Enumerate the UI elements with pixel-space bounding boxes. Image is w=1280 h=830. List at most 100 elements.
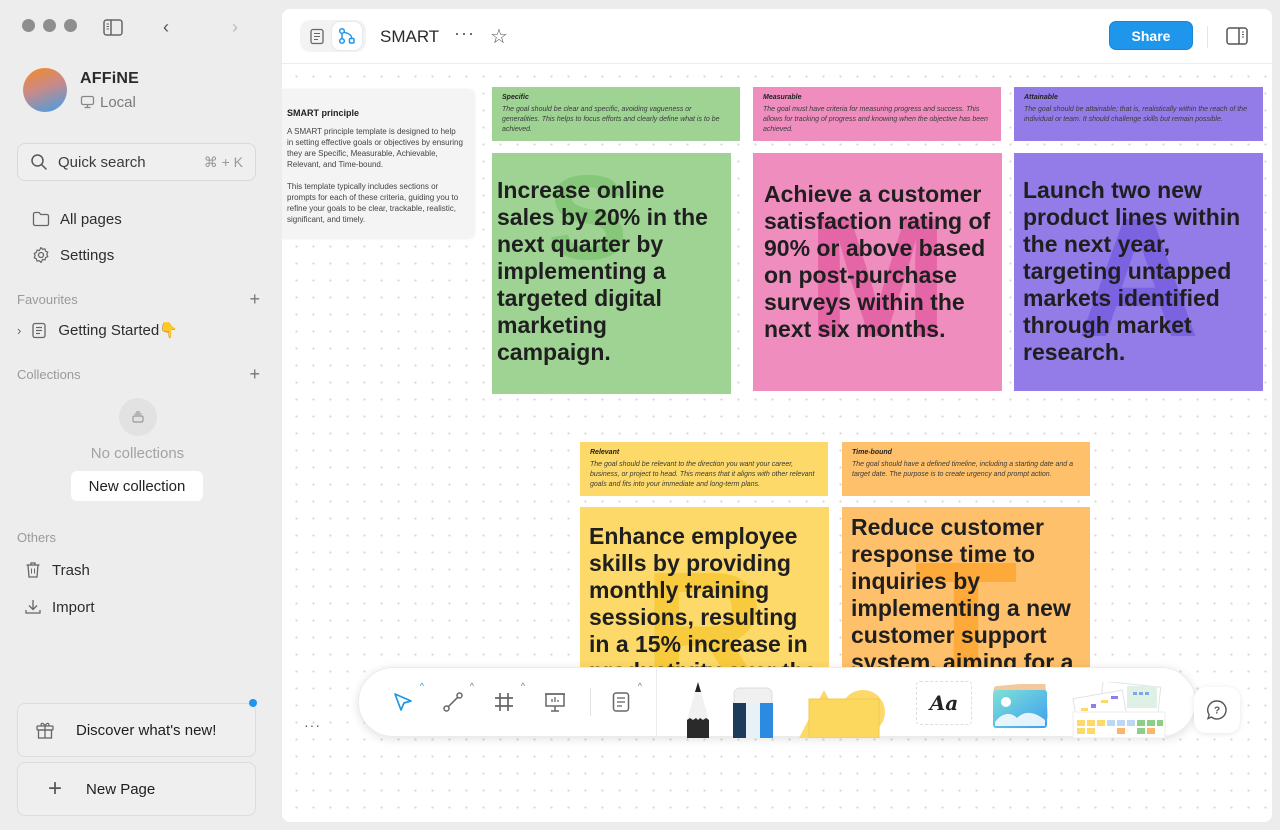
card-title: Time-bound bbox=[852, 449, 892, 456]
goal-text: Launch two new product lines within the … bbox=[1023, 177, 1241, 365]
collections-section: Collections + bbox=[17, 364, 260, 385]
page-title[interactable]: SMART bbox=[380, 27, 439, 47]
sidebar-item-label: Import bbox=[52, 598, 95, 616]
specific-header-note[interactable]: Specific The goal should be clear and sp… bbox=[492, 87, 740, 141]
sidebar-item-import[interactable]: Import bbox=[23, 597, 95, 617]
card-title: Measurable bbox=[763, 94, 802, 101]
quick-search-shortcut: ⌘ + K bbox=[203, 153, 243, 170]
sidebar-item-label: All pages bbox=[60, 210, 122, 228]
maximize-window-button[interactable] bbox=[64, 19, 77, 32]
shapes-icon bbox=[799, 690, 885, 739]
chevron-right-icon[interactable]: › bbox=[17, 323, 21, 338]
sidebar-item-all-pages[interactable]: All pages bbox=[31, 209, 122, 229]
sidebar-item-label: Trash bbox=[52, 561, 90, 579]
new-badge-dot bbox=[249, 699, 257, 707]
add-favourite-button[interactable]: + bbox=[249, 289, 260, 310]
plus-icon: + bbox=[48, 775, 63, 802]
new-page-button[interactable]: + New Page bbox=[17, 762, 256, 816]
new-page-label: New Page bbox=[86, 780, 156, 798]
favourites-section: Favourites + bbox=[17, 289, 260, 310]
toolbar-divider bbox=[656, 668, 657, 738]
sidebar-toggle-icon[interactable] bbox=[103, 19, 123, 36]
time-bound-header-note[interactable]: Time-bound The goal should have a define… bbox=[842, 442, 1090, 496]
measurable-goal-note[interactable]: M Achieve a customer satisfaction rating… bbox=[753, 153, 1002, 391]
smart-intro-note[interactable]: SMART principle A SMART principle templa… bbox=[282, 90, 474, 238]
trash-icon bbox=[23, 560, 43, 580]
toolbar-divider bbox=[590, 688, 591, 716]
share-button[interactable]: Share bbox=[1109, 21, 1193, 50]
add-collection-button[interactable]: + bbox=[249, 364, 260, 385]
note-tool-button[interactable]: ^ bbox=[604, 681, 642, 719]
sidebar-item-label: Settings bbox=[60, 246, 115, 264]
card-description: The goal must have criteria for measurin… bbox=[763, 106, 988, 133]
workspace-storage: Local bbox=[100, 93, 136, 111]
note-icon bbox=[612, 692, 630, 712]
help-button[interactable]: ? bbox=[1194, 687, 1240, 733]
right-panel-toggle-icon[interactable] bbox=[1226, 27, 1248, 50]
card-description: The goal should be relevant to the direc… bbox=[590, 461, 815, 488]
edgeless-toolbar: ^ ^ ^ ^ Aa bbox=[358, 667, 1196, 739]
close-window-button[interactable] bbox=[22, 19, 35, 32]
frame-icon bbox=[495, 693, 513, 711]
text-tool-button[interactable]: Aa bbox=[916, 681, 972, 725]
card-title: Attainable bbox=[1024, 94, 1058, 101]
favorite-star-icon[interactable]: ☆ bbox=[490, 24, 508, 49]
sidebar: ‹ › AFFiNE Local Quick search ⌘ + K All … bbox=[0, 0, 280, 830]
eraser-tool-button[interactable] bbox=[733, 687, 773, 743]
folder-icon bbox=[31, 209, 51, 229]
favourites-title: Favourites bbox=[17, 292, 78, 307]
image-icon bbox=[993, 682, 1049, 728]
connector-tool-button[interactable]: ^ bbox=[436, 681, 474, 719]
pen-tool-button[interactable] bbox=[687, 682, 709, 743]
collections-title: Collections bbox=[17, 367, 81, 382]
others-title: Others bbox=[17, 530, 57, 545]
page-header: SMART ··· ☆ Share bbox=[282, 9, 1272, 64]
editor-mode-switch[interactable] bbox=[300, 20, 366, 52]
gift-icon bbox=[35, 720, 55, 740]
goal-text: Increase online sales by 20% in the next… bbox=[497, 177, 708, 365]
goal-text: Achieve a customer satisfaction rating o… bbox=[764, 181, 991, 342]
attainable-goal-note[interactable]: A Launch two new product lines within th… bbox=[1014, 153, 1263, 391]
attainable-header-note[interactable]: Attainable The goal should be attainable… bbox=[1014, 87, 1263, 141]
sidebar-item-trash[interactable]: Trash bbox=[23, 560, 90, 580]
workspace-switcher[interactable]: AFFiNE Local bbox=[23, 68, 139, 112]
editor-panel: SMART ··· ☆ Share SMART principle A SMAR… bbox=[282, 9, 1272, 822]
specific-goal-note[interactable]: S Increase online sales by 20% in the ne… bbox=[492, 153, 731, 394]
page-mode-button[interactable] bbox=[302, 22, 332, 50]
card-description: The goal should be attainable; that is, … bbox=[1024, 106, 1247, 123]
connector-icon bbox=[443, 692, 463, 712]
edgeless-mode-button[interactable] bbox=[332, 22, 362, 50]
window-controls bbox=[22, 19, 77, 32]
image-tool-button[interactable] bbox=[991, 682, 1049, 735]
intro-paragraph: This template typically includes section… bbox=[287, 182, 459, 224]
forward-arrow-icon[interactable]: › bbox=[232, 17, 238, 38]
shape-tool-button[interactable] bbox=[799, 690, 891, 743]
pencil-icon bbox=[687, 682, 709, 738]
intro-title: SMART principle bbox=[287, 108, 360, 118]
frame-tool-button[interactable]: ^ bbox=[487, 681, 525, 719]
discover-whats-new-button[interactable]: Discover what's new! bbox=[17, 699, 257, 757]
select-tool-button[interactable]: ^ bbox=[386, 681, 424, 719]
template-tool-button[interactable] bbox=[1071, 680, 1167, 743]
template-icon bbox=[1072, 680, 1166, 739]
quick-search-button[interactable]: Quick search ⌘ + K bbox=[17, 143, 256, 181]
back-arrow-icon[interactable]: ‹ bbox=[163, 17, 169, 38]
collection-icon bbox=[118, 398, 157, 436]
sidebar-item-settings[interactable]: Settings bbox=[31, 245, 114, 265]
quick-search-label: Quick search bbox=[58, 153, 146, 171]
header-divider bbox=[1207, 26, 1208, 48]
more-tools-icon[interactable]: ··· bbox=[304, 717, 321, 733]
card-title: Relevant bbox=[590, 449, 620, 456]
new-collection-button[interactable]: New collection bbox=[71, 471, 203, 501]
favourite-item-getting-started[interactable]: › Getting Started👇 bbox=[17, 320, 178, 340]
local-storage-icon bbox=[80, 95, 95, 109]
measurable-header-note[interactable]: Measurable The goal must have criteria f… bbox=[753, 87, 1001, 141]
minimize-window-button[interactable] bbox=[43, 19, 56, 32]
presentation-tool-button[interactable] bbox=[538, 685, 572, 719]
intro-paragraph: A SMART principle template is designed t… bbox=[287, 127, 463, 169]
no-collections-text: No collections bbox=[90, 445, 185, 462]
eraser-icon bbox=[733, 687, 773, 738]
search-icon bbox=[31, 154, 47, 170]
relevant-header-note[interactable]: Relevant The goal should be relevant to … bbox=[580, 442, 828, 496]
more-options-icon[interactable]: ··· bbox=[454, 23, 475, 44]
